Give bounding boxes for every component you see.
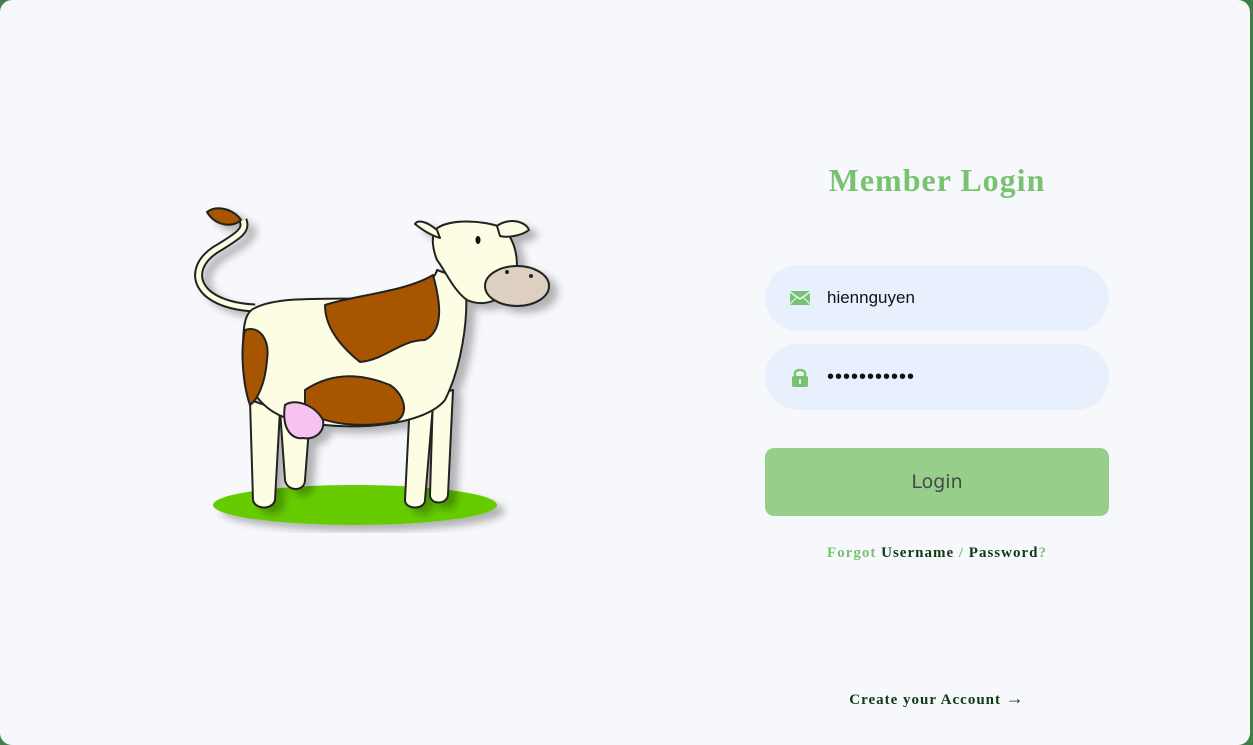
username-field[interactable]	[765, 265, 1109, 331]
envelope-icon	[789, 287, 811, 309]
page-title: Member Login	[828, 162, 1046, 198]
password-input[interactable]	[827, 344, 1087, 410]
create-account-label: Create your Account	[849, 692, 1001, 708]
forgot-credentials: Forgot Username / Password?	[765, 545, 1109, 562]
arrow-right-icon: →	[1005, 688, 1025, 708]
lock-icon	[789, 366, 811, 388]
forgot-suffix: ?	[1038, 545, 1047, 561]
forgot-username-link[interactable]: Username	[881, 545, 954, 561]
username-input[interactable]	[827, 265, 1087, 331]
forgot-password-link[interactable]: Password	[969, 545, 1039, 561]
forgot-separator: /	[958, 545, 965, 561]
create-account-link[interactable]: Create your Account →	[765, 688, 1109, 709]
forgot-prefix: Forgot	[827, 545, 877, 561]
login-button[interactable]: Login	[765, 448, 1109, 516]
cow-illustration	[185, 200, 575, 545]
login-card: Member Login Login Forgot Username / Pas…	[0, 0, 1250, 745]
password-field[interactable]	[765, 344, 1109, 410]
cow-image	[194, 207, 550, 525]
